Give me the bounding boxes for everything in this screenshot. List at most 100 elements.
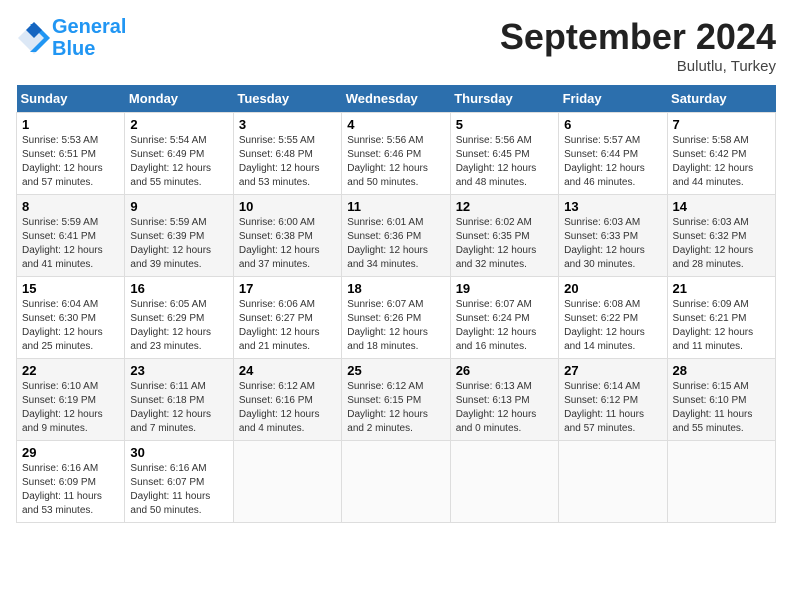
calendar-table: Sunday Monday Tuesday Wednesday Thursday… <box>16 85 776 523</box>
location: Bulutlu, Turkey <box>500 58 776 75</box>
day-info: Sunrise: 5:56 AM Sunset: 6:45 PM Dayligh… <box>456 134 553 190</box>
day-number: 10 <box>239 199 336 214</box>
table-row <box>233 441 341 523</box>
table-row: 17 Sunrise: 6:06 AM Sunset: 6:27 PM Dayl… <box>233 277 341 359</box>
col-tuesday: Tuesday <box>233 85 341 113</box>
day-info: Sunrise: 6:12 AM Sunset: 6:15 PM Dayligh… <box>347 380 444 436</box>
day-number: 5 <box>456 117 553 132</box>
table-row: 11 Sunrise: 6:01 AM Sunset: 6:36 PM Dayl… <box>342 195 450 277</box>
day-info: Sunrise: 6:12 AM Sunset: 6:16 PM Dayligh… <box>239 380 336 436</box>
table-row <box>342 441 450 523</box>
day-info: Sunrise: 6:10 AM Sunset: 6:19 PM Dayligh… <box>22 380 119 436</box>
table-row: 8 Sunrise: 5:59 AM Sunset: 6:41 PM Dayli… <box>17 195 125 277</box>
table-row: 30 Sunrise: 6:16 AM Sunset: 6:07 PM Dayl… <box>125 441 233 523</box>
day-info: Sunrise: 5:57 AM Sunset: 6:44 PM Dayligh… <box>564 134 661 190</box>
day-number: 20 <box>564 281 661 296</box>
table-row: 4 Sunrise: 5:56 AM Sunset: 6:46 PM Dayli… <box>342 113 450 195</box>
table-row: 15 Sunrise: 6:04 AM Sunset: 6:30 PM Dayl… <box>17 277 125 359</box>
day-info: Sunrise: 6:03 AM Sunset: 6:33 PM Dayligh… <box>564 216 661 272</box>
day-info: Sunrise: 6:15 AM Sunset: 6:10 PM Dayligh… <box>673 380 770 436</box>
table-row: 6 Sunrise: 5:57 AM Sunset: 6:44 PM Dayli… <box>559 113 667 195</box>
day-number: 30 <box>130 445 227 460</box>
day-info: Sunrise: 6:16 AM Sunset: 6:09 PM Dayligh… <box>22 462 119 518</box>
day-info: Sunrise: 6:11 AM Sunset: 6:18 PM Dayligh… <box>130 380 227 436</box>
table-row: 22 Sunrise: 6:10 AM Sunset: 6:19 PM Dayl… <box>17 359 125 441</box>
table-row <box>559 441 667 523</box>
table-row: 7 Sunrise: 5:58 AM Sunset: 6:42 PM Dayli… <box>667 113 775 195</box>
day-info: Sunrise: 6:16 AM Sunset: 6:07 PM Dayligh… <box>130 462 227 518</box>
calendar-week-row: 15 Sunrise: 6:04 AM Sunset: 6:30 PM Dayl… <box>17 277 776 359</box>
day-number: 25 <box>347 363 444 378</box>
table-row: 21 Sunrise: 6:09 AM Sunset: 6:21 PM Dayl… <box>667 277 775 359</box>
day-info: Sunrise: 6:00 AM Sunset: 6:38 PM Dayligh… <box>239 216 336 272</box>
table-row: 27 Sunrise: 6:14 AM Sunset: 6:12 PM Dayl… <box>559 359 667 441</box>
table-row: 19 Sunrise: 6:07 AM Sunset: 6:24 PM Dayl… <box>450 277 558 359</box>
day-info: Sunrise: 6:09 AM Sunset: 6:21 PM Dayligh… <box>673 298 770 354</box>
table-row: 2 Sunrise: 5:54 AM Sunset: 6:49 PM Dayli… <box>125 113 233 195</box>
col-wednesday: Wednesday <box>342 85 450 113</box>
table-row: 5 Sunrise: 5:56 AM Sunset: 6:45 PM Dayli… <box>450 113 558 195</box>
day-info: Sunrise: 6:07 AM Sunset: 6:24 PM Dayligh… <box>456 298 553 354</box>
logo: GeneralBlue <box>16 16 126 60</box>
day-number: 21 <box>673 281 770 296</box>
day-info: Sunrise: 5:53 AM Sunset: 6:51 PM Dayligh… <box>22 134 119 190</box>
col-monday: Monday <box>125 85 233 113</box>
day-info: Sunrise: 6:02 AM Sunset: 6:35 PM Dayligh… <box>456 216 553 272</box>
page-header: GeneralBlue September 2024 Bulutlu, Turk… <box>16 16 776 75</box>
day-info: Sunrise: 6:08 AM Sunset: 6:22 PM Dayligh… <box>564 298 661 354</box>
table-row: 28 Sunrise: 6:15 AM Sunset: 6:10 PM Dayl… <box>667 359 775 441</box>
table-row <box>667 441 775 523</box>
calendar-header-row: Sunday Monday Tuesday Wednesday Thursday… <box>17 85 776 113</box>
col-saturday: Saturday <box>667 85 775 113</box>
day-info: Sunrise: 5:59 AM Sunset: 6:41 PM Dayligh… <box>22 216 119 272</box>
day-number: 17 <box>239 281 336 296</box>
day-number: 27 <box>564 363 661 378</box>
day-number: 4 <box>347 117 444 132</box>
table-row: 26 Sunrise: 6:13 AM Sunset: 6:13 PM Dayl… <box>450 359 558 441</box>
day-number: 8 <box>22 199 119 214</box>
day-number: 23 <box>130 363 227 378</box>
month-title: September 2024 <box>500 16 776 58</box>
title-section: September 2024 Bulutlu, Turkey <box>500 16 776 75</box>
day-info: Sunrise: 6:05 AM Sunset: 6:29 PM Dayligh… <box>130 298 227 354</box>
day-number: 28 <box>673 363 770 378</box>
day-number: 18 <box>347 281 444 296</box>
day-number: 14 <box>673 199 770 214</box>
day-number: 26 <box>456 363 553 378</box>
day-number: 2 <box>130 117 227 132</box>
day-info: Sunrise: 6:07 AM Sunset: 6:26 PM Dayligh… <box>347 298 444 354</box>
calendar-week-row: 8 Sunrise: 5:59 AM Sunset: 6:41 PM Dayli… <box>17 195 776 277</box>
day-info: Sunrise: 5:58 AM Sunset: 6:42 PM Dayligh… <box>673 134 770 190</box>
table-row: 1 Sunrise: 5:53 AM Sunset: 6:51 PM Dayli… <box>17 113 125 195</box>
col-friday: Friday <box>559 85 667 113</box>
day-info: Sunrise: 5:55 AM Sunset: 6:48 PM Dayligh… <box>239 134 336 190</box>
day-info: Sunrise: 5:59 AM Sunset: 6:39 PM Dayligh… <box>130 216 227 272</box>
day-number: 16 <box>130 281 227 296</box>
calendar-week-row: 29 Sunrise: 6:16 AM Sunset: 6:09 PM Dayl… <box>17 441 776 523</box>
col-thursday: Thursday <box>450 85 558 113</box>
table-row: 16 Sunrise: 6:05 AM Sunset: 6:29 PM Dayl… <box>125 277 233 359</box>
day-info: Sunrise: 6:03 AM Sunset: 6:32 PM Dayligh… <box>673 216 770 272</box>
day-info: Sunrise: 6:06 AM Sunset: 6:27 PM Dayligh… <box>239 298 336 354</box>
day-info: Sunrise: 6:14 AM Sunset: 6:12 PM Dayligh… <box>564 380 661 436</box>
table-row: 25 Sunrise: 6:12 AM Sunset: 6:15 PM Dayl… <box>342 359 450 441</box>
table-row: 10 Sunrise: 6:00 AM Sunset: 6:38 PM Dayl… <box>233 195 341 277</box>
day-number: 22 <box>22 363 119 378</box>
day-info: Sunrise: 6:01 AM Sunset: 6:36 PM Dayligh… <box>347 216 444 272</box>
day-number: 3 <box>239 117 336 132</box>
table-row: 13 Sunrise: 6:03 AM Sunset: 6:33 PM Dayl… <box>559 195 667 277</box>
table-row: 9 Sunrise: 5:59 AM Sunset: 6:39 PM Dayli… <box>125 195 233 277</box>
day-number: 29 <box>22 445 119 460</box>
day-info: Sunrise: 6:04 AM Sunset: 6:30 PM Dayligh… <box>22 298 119 354</box>
day-number: 19 <box>456 281 553 296</box>
day-number: 13 <box>564 199 661 214</box>
day-number: 6 <box>564 117 661 132</box>
table-row: 12 Sunrise: 6:02 AM Sunset: 6:35 PM Dayl… <box>450 195 558 277</box>
logo-icon <box>16 20 52 56</box>
col-sunday: Sunday <box>17 85 125 113</box>
table-row: 18 Sunrise: 6:07 AM Sunset: 6:26 PM Dayl… <box>342 277 450 359</box>
day-number: 11 <box>347 199 444 214</box>
day-number: 7 <box>673 117 770 132</box>
day-info: Sunrise: 5:54 AM Sunset: 6:49 PM Dayligh… <box>130 134 227 190</box>
logo-text: GeneralBlue <box>52 16 126 60</box>
